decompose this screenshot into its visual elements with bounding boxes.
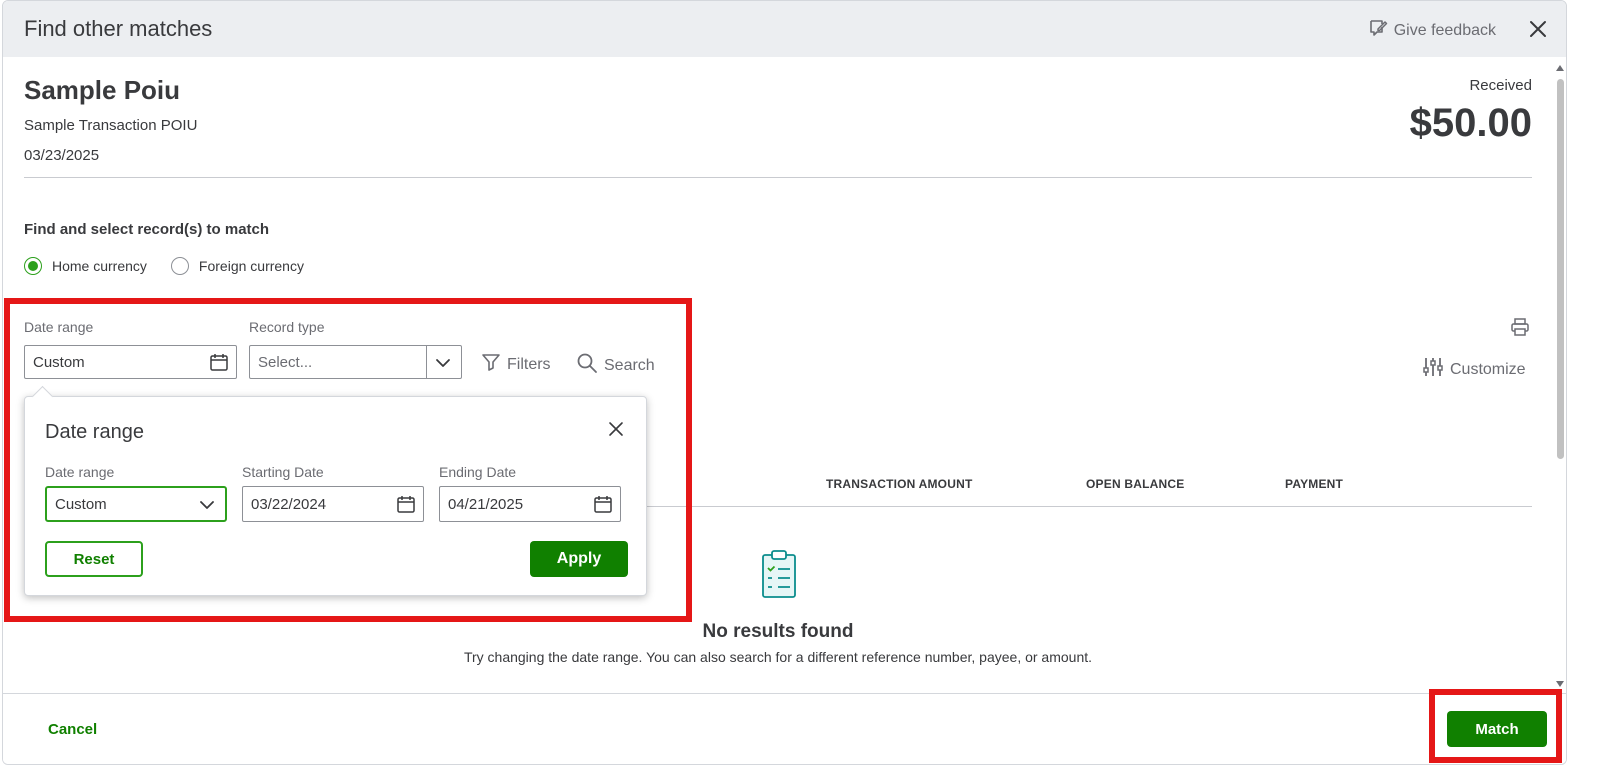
calendar-icon[interactable] — [593, 494, 613, 518]
feedback-icon — [1368, 18, 1388, 43]
transaction-date: 03/23/2025 — [24, 147, 100, 164]
currency-radio-group: Home currency Foreign currency — [24, 257, 328, 275]
search-icon — [576, 352, 598, 379]
date-range-filter-label: Date range — [24, 319, 94, 335]
calendar-icon — [209, 352, 229, 376]
record-type-select[interactable]: Select... — [249, 345, 462, 379]
ending-date-label: Ending Date — [439, 464, 517, 480]
date-range-popover: Date range Date range Custom Starting Da… — [24, 385, 647, 596]
select-divider — [426, 346, 427, 378]
home-currency-label: Home currency — [52, 258, 147, 274]
column-header-open-balance[interactable]: OPEN BALANCE — [1086, 477, 1184, 491]
dialog-title: Find other matches — [24, 16, 213, 41]
dialog-header: Find other matches Give feedback — [3, 1, 1566, 57]
empty-state-title: No results found — [702, 621, 854, 642]
record-type-placeholder: Select... — [258, 353, 313, 371]
home-currency-radio[interactable] — [24, 257, 42, 275]
column-header-payment[interactable]: PAYMENT — [1285, 477, 1343, 491]
popover-range-select[interactable]: Custom — [45, 486, 227, 522]
direction-label: Received — [1469, 77, 1532, 94]
foreign-currency-radio[interactable] — [170, 257, 189, 275]
search-button[interactable]: Search — [576, 352, 655, 379]
reset-button[interactable]: Reset — [45, 541, 143, 577]
popover-range-label: Date range — [45, 464, 115, 480]
starting-date-label: Starting Date — [242, 464, 324, 480]
starting-date-value: 03/22/2024 — [251, 495, 327, 513]
popover-range-value: Custom — [55, 495, 107, 513]
popover-title: Date range — [45, 421, 144, 443]
cancel-button[interactable]: Cancel — [48, 721, 97, 738]
customize-label: Customize — [1450, 360, 1526, 378]
close-icon[interactable] — [608, 421, 624, 442]
feedback-label: Give feedback — [1393, 21, 1496, 39]
scroll-thumb[interactable] — [1557, 79, 1564, 459]
empty-state-description: Try changing the date range. You can als… — [463, 649, 1093, 665]
filters-label: Filters — [507, 355, 551, 373]
clipboard-checklist-icon — [759, 549, 799, 604]
ending-date-value: 04/21/2025 — [448, 495, 524, 513]
filters-button[interactable]: Filters — [481, 352, 551, 377]
apply-button[interactable]: Apply — [530, 541, 628, 577]
popover-arrow — [31, 385, 54, 408]
calendar-icon[interactable] — [396, 494, 416, 518]
chevron-down-icon[interactable] — [198, 496, 216, 518]
close-icon[interactable] — [1526, 17, 1550, 41]
dialog-footer: Cancel Match — [3, 693, 1566, 764]
transaction-amount: $50.00 — [1409, 101, 1532, 145]
sliders-icon — [1422, 356, 1444, 383]
foreign-currency-label: Foreign currency — [198, 258, 304, 274]
customize-button[interactable]: Customize — [1422, 356, 1526, 383]
chevron-down-icon[interactable] — [434, 354, 452, 376]
search-label: Search — [604, 356, 655, 374]
funnel-icon — [481, 352, 501, 377]
find-section-title: Find and select record(s) to match — [24, 221, 270, 238]
date-range-filter-select[interactable]: Custom — [24, 345, 237, 379]
give-feedback-button[interactable]: Give feedback — [1368, 18, 1496, 43]
match-button[interactable]: Match — [1447, 711, 1547, 747]
scrollbar[interactable] — [1554, 61, 1566, 691]
column-header-transaction-amount[interactable]: TRANSACTION AMOUNT — [826, 477, 972, 491]
transaction-description: Sample Transaction POIU — [24, 117, 198, 134]
print-icon[interactable] — [1510, 317, 1530, 342]
starting-date-input[interactable]: 03/22/2024 — [242, 486, 424, 522]
find-matches-dialog: Find other matches Give feedback Sample … — [2, 0, 1567, 765]
payee-name: Sample Poiu — [24, 75, 181, 105]
divider — [24, 177, 1532, 178]
ending-date-input[interactable]: 04/21/2025 — [439, 486, 621, 522]
scroll-up-arrow-icon[interactable] — [1556, 65, 1564, 71]
date-range-filter-value: Custom — [33, 353, 85, 371]
record-type-label: Record type — [249, 319, 325, 335]
scroll-down-arrow-icon[interactable] — [1556, 681, 1564, 687]
